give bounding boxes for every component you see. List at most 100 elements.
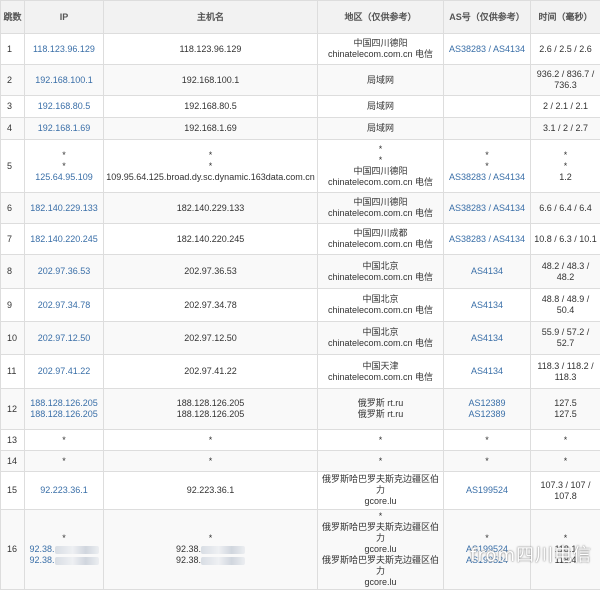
ip-value: * bbox=[62, 435, 66, 445]
cell-as: AS4134 bbox=[444, 289, 531, 322]
geo-value: 局域网 bbox=[367, 123, 394, 133]
as-value[interactable]: AS38283 / AS4134 bbox=[449, 203, 525, 213]
cell-ip: 202.97.34.78 bbox=[25, 289, 104, 322]
cell-ip: 188.128.126.205188.128.126.205 bbox=[25, 389, 104, 430]
cell-time: 107.3 / 107 / 107.8 bbox=[531, 472, 600, 510]
cell-geo: 中国北京 chinatelecom.com.cn 电信 bbox=[318, 322, 444, 355]
host-value: * bbox=[209, 150, 213, 160]
hop-value: 8 bbox=[7, 266, 12, 276]
cell-time: 48.2 / 48.3 / 48.2 bbox=[531, 255, 600, 289]
as-value[interactable]: AS38283 / AS4134 bbox=[449, 44, 525, 54]
time-value: 127.5 bbox=[554, 409, 577, 419]
cell-hop: 3 bbox=[1, 96, 25, 118]
geo-value: 中国北京 chinatelecom.com.cn 电信 bbox=[328, 261, 433, 282]
hop-value: 5 bbox=[7, 161, 12, 171]
cell-geo: 中国四川德阳chinatelecom.com.cn 电信 bbox=[318, 193, 444, 224]
ip-value[interactable]: 125.64.95.109 bbox=[35, 172, 93, 182]
ip-value[interactable]: 118.123.96.129 bbox=[33, 44, 95, 54]
cell-as: AS199524 bbox=[444, 472, 531, 510]
host-value: 192.168.100.1 bbox=[182, 75, 240, 85]
cell-hop: 6 bbox=[1, 193, 25, 224]
ip-value[interactable]: 188.128.126.205 bbox=[30, 409, 98, 419]
ip-value[interactable]: 182.140.220.245 bbox=[30, 234, 98, 244]
cell-ip: **125.64.95.109 bbox=[25, 140, 104, 193]
time-value: * bbox=[564, 150, 568, 160]
cell-host: **109.95.64.125.broad.dy.sc.dynamic.163d… bbox=[104, 140, 318, 193]
as-value[interactable]: AS4134 bbox=[471, 333, 503, 343]
cell-hop: 8 bbox=[1, 255, 25, 289]
ip-value: * bbox=[62, 456, 66, 466]
table-row: 1118.123.96.129118.123.96.129中国四川德阳china… bbox=[1, 34, 600, 65]
header-ip: IP bbox=[25, 1, 104, 34]
ip-value[interactable]: 182.140.229.133 bbox=[30, 203, 98, 213]
ip-value[interactable]: 92.38. bbox=[29, 555, 54, 565]
cell-time: 2 / 2.1 / 2.1 bbox=[531, 96, 600, 118]
cell-as: AS12389AS12389 bbox=[444, 389, 531, 430]
as-value[interactable]: AS4134 bbox=[471, 366, 503, 376]
host-value: 182.140.220.245 bbox=[177, 234, 245, 244]
cell-as: AS4134 bbox=[444, 255, 531, 289]
hop-value: 1 bbox=[7, 44, 12, 54]
cell-ip: * bbox=[25, 430, 104, 451]
ip-value[interactable]: 92.38. bbox=[29, 544, 54, 554]
ip-value[interactable]: 202.97.36.53 bbox=[38, 266, 91, 276]
hop-value: 9 bbox=[7, 300, 12, 310]
cell-geo: **中国四川德阳chinatelecom.com.cn 电信 bbox=[318, 140, 444, 193]
ip-value[interactable]: 192.168.80.5 bbox=[38, 101, 91, 111]
as-value[interactable]: AS4134 bbox=[471, 300, 503, 310]
cell-geo: * bbox=[318, 451, 444, 472]
time-value: 6.6 / 6.4 / 6.4 bbox=[539, 203, 592, 213]
ip-value[interactable]: 188.128.126.205 bbox=[30, 398, 98, 408]
cell-geo: 局域网 bbox=[318, 65, 444, 96]
cell-time: * bbox=[531, 430, 600, 451]
cell-time: 936.2 / 836.7 / 736.3 bbox=[531, 65, 600, 96]
cell-ip: 192.168.1.69 bbox=[25, 118, 104, 140]
cell-as: * bbox=[444, 451, 531, 472]
cell-host: 92.223.36.1 bbox=[104, 472, 318, 510]
as-value[interactable]: AS38283 / AS4134 bbox=[449, 172, 525, 182]
host-value: 118.123.96.129 bbox=[180, 44, 242, 54]
cell-ip: 118.123.96.129 bbox=[25, 34, 104, 65]
cell-hop: 7 bbox=[1, 224, 25, 255]
table-row: 6182.140.229.133182.140.229.133中国四川德阳chi… bbox=[1, 193, 600, 224]
geo-value: 俄罗斯哈巴罗夫斯克边疆区伯力 bbox=[322, 522, 439, 543]
ip-value: * bbox=[62, 533, 66, 543]
as-value[interactable]: AS12389 bbox=[468, 398, 505, 408]
geo-value: 俄罗斯 rt.ru bbox=[358, 398, 404, 408]
as-value[interactable]: AS38283 / AS4134 bbox=[449, 234, 525, 244]
hop-value: 16 bbox=[7, 544, 17, 554]
host-value: 188.128.126.205 bbox=[177, 398, 245, 408]
table-row: 4192.168.1.69192.168.1.69局域网3.1 / 2 / 2.… bbox=[1, 118, 600, 140]
geo-value: 中国四川成都 bbox=[353, 228, 407, 238]
as-value[interactable]: AS199524 bbox=[466, 485, 508, 495]
cell-as: AS4134 bbox=[444, 322, 531, 355]
ip-value[interactable]: 202.97.41.22 bbox=[38, 366, 91, 376]
ip-value[interactable]: 202.97.12.50 bbox=[38, 333, 91, 343]
ip-value[interactable]: 202.97.34.78 bbox=[38, 300, 91, 310]
cell-hop: 16 bbox=[1, 510, 25, 590]
geo-value: * bbox=[379, 435, 383, 445]
geo-value: 俄罗斯哈巴罗夫斯克边疆区伯力 bbox=[322, 555, 439, 576]
as-value[interactable]: AS12389 bbox=[468, 409, 505, 419]
host-value: * bbox=[209, 435, 213, 445]
time-value: * bbox=[564, 435, 568, 445]
geo-value: 局域网 bbox=[367, 75, 394, 85]
cell-ip: * 92.38.92.38. bbox=[25, 510, 104, 590]
geo-value: 俄罗斯哈巴罗夫斯克边疆区伯力 bbox=[322, 474, 439, 495]
ip-value[interactable]: 192.168.100.1 bbox=[35, 75, 93, 85]
cell-host: 202.97.36.53 bbox=[104, 255, 318, 289]
host-value: 202.97.41.22 bbox=[184, 366, 237, 376]
cell-host: 192.168.100.1 bbox=[104, 65, 318, 96]
time-value: 2 / 2.1 / 2.1 bbox=[543, 101, 588, 111]
header-hostname: 主机名 bbox=[104, 1, 318, 34]
cell-hop: 1 bbox=[1, 34, 25, 65]
table-row: 3192.168.80.5192.168.80.5局域网2 / 2.1 / 2.… bbox=[1, 96, 600, 118]
ip-value[interactable]: 92.223.36.1 bbox=[40, 485, 88, 495]
cell-time: 127.5127.5 bbox=[531, 389, 600, 430]
as-value[interactable]: AS4134 bbox=[471, 266, 503, 276]
geo-value: 中国四川德阳 bbox=[353, 166, 407, 176]
cell-ip: 202.97.36.53 bbox=[25, 255, 104, 289]
ip-value[interactable]: 192.168.1.69 bbox=[38, 123, 91, 133]
as-value: * bbox=[485, 456, 489, 466]
cell-host: 182.140.220.245 bbox=[104, 224, 318, 255]
